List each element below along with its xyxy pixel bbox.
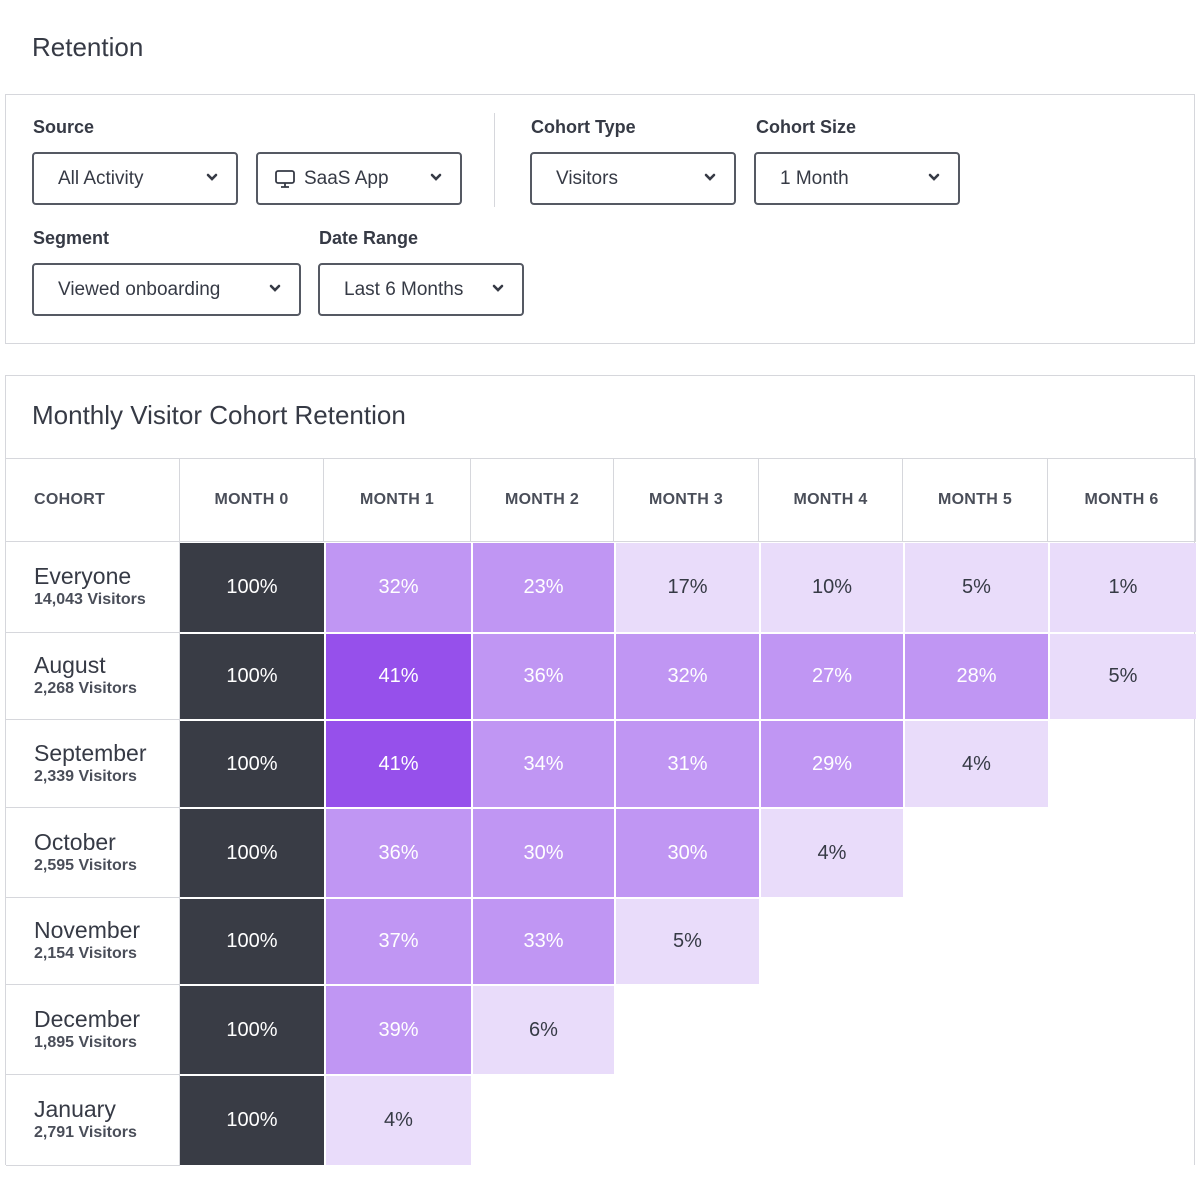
cohort-count: 14,043 Visitors — [34, 591, 146, 608]
column-header-month-0: MONTH 0 — [180, 459, 324, 542]
monitor-icon — [275, 169, 295, 188]
retention-cell: 100% — [180, 809, 324, 897]
cohort-count: 2,595 Visitors — [34, 856, 137, 874]
date-range-label: Date Range — [319, 228, 419, 248]
table-title: Monthly Visitor Cohort Retention — [32, 400, 406, 430]
cohort-type-dropdown[interactable]: Visitors — [530, 152, 736, 205]
retention-cell: 41% — [326, 721, 471, 807]
cohort-name: November — [34, 917, 141, 943]
filter-divider — [494, 113, 495, 207]
retention-cell: 5% — [1050, 634, 1196, 719]
retention-cell: 30% — [473, 809, 614, 897]
retention-cell: 27% — [761, 634, 903, 719]
date-range-dropdown[interactable]: Last 6 Months — [318, 263, 524, 316]
cohort-name: August — [34, 652, 106, 678]
retention-cell: 31% — [616, 721, 759, 807]
retention-cell: 36% — [473, 634, 614, 719]
retention-cell: 36% — [326, 809, 471, 897]
retention-cell: 5% — [616, 899, 759, 984]
cohort-name: September — [34, 739, 147, 766]
retention-cell: 32% — [616, 634, 759, 719]
chevron-down-icon — [269, 284, 281, 292]
retention-cell: 32% — [326, 543, 471, 632]
column-header-month-4: MONTH 4 — [759, 459, 903, 542]
chevron-down-icon — [206, 173, 218, 181]
column-header-month-3: MONTH 3 — [614, 459, 759, 542]
retention-cell: 4% — [905, 721, 1048, 807]
retention-cell: 6% — [473, 986, 614, 1074]
source-label: Source — [33, 117, 95, 137]
cohort-row-label: Everyone 14,043 Visitors — [6, 542, 180, 633]
cohort-name: Everyone — [34, 563, 132, 589]
cohort-row-label: January 2,791 Visitors — [6, 1075, 180, 1166]
retention-cell: 23% — [473, 543, 614, 632]
cohort-size-value: 1 Month — [780, 167, 849, 189]
cohort-count: 2,339 Visitors — [34, 767, 137, 785]
cohort-table-panel: Monthly Visitor Cohort Retention COHORT … — [5, 375, 1196, 1166]
cohort-name: December — [34, 1005, 141, 1032]
column-header-month-5: MONTH 5 — [903, 459, 1048, 542]
retention-cell: 28% — [905, 634, 1048, 719]
retention-cell: 4% — [761, 809, 903, 897]
cohort-type-label: Cohort Type — [531, 117, 636, 137]
cohort-count: 2,154 Visitors — [34, 945, 137, 962]
source-activity-dropdown[interactable]: All Activity — [32, 152, 238, 205]
page-title: Retention — [32, 32, 144, 62]
chevron-down-icon — [704, 173, 716, 181]
chevron-down-icon — [492, 284, 504, 292]
cohort-row-label: September 2,339 Visitors — [6, 720, 180, 808]
cohort-row-label: November 2,154 Visitors — [6, 898, 180, 985]
column-header-month-6: MONTH 6 — [1048, 459, 1196, 542]
cohort-size-label: Cohort Size — [756, 117, 857, 137]
cohort-count: 2,791 Visitors — [34, 1124, 137, 1141]
segment-value: Viewed onboarding — [58, 278, 221, 300]
cohort-row-label: August 2,268 Visitors — [6, 633, 180, 720]
filter-panel: Source All Activity SaaS App Cohort Type… — [5, 94, 1195, 344]
retention-cell: 100% — [180, 634, 324, 719]
retention-cell: 100% — [180, 899, 324, 984]
source-app-value: SaaS App — [304, 167, 389, 189]
retention-cell: 37% — [326, 899, 471, 984]
cohort-row-label: December 1,895 Visitors — [6, 985, 180, 1075]
retention-cell: 100% — [180, 1076, 324, 1165]
cohort-type-value: Visitors — [556, 167, 618, 189]
chevron-down-icon — [430, 173, 442, 181]
retention-cell: 34% — [473, 721, 614, 807]
segment-label: Segment — [33, 228, 110, 248]
cohort-name: January — [34, 1096, 116, 1122]
retention-cell: 33% — [473, 899, 614, 984]
cohort-name: October — [34, 828, 116, 855]
retention-cell: 100% — [180, 721, 324, 807]
cohort-count: 2,268 Visitors — [34, 680, 137, 697]
chevron-down-icon — [928, 173, 940, 181]
cohort-row-label: October 2,595 Visitors — [6, 808, 180, 898]
retention-cell: 17% — [616, 543, 759, 632]
retention-cell: 41% — [326, 634, 471, 719]
column-header-cohort: COHORT — [6, 459, 180, 542]
retention-cell: 10% — [761, 543, 903, 632]
retention-cell: 39% — [326, 986, 471, 1074]
column-header-month-2: MONTH 2 — [471, 459, 614, 542]
retention-cell: 29% — [761, 721, 903, 807]
retention-cell: 100% — [180, 543, 324, 632]
date-range-value: Last 6 Months — [344, 278, 464, 300]
column-header-month-1: MONTH 1 — [324, 459, 471, 542]
cohort-count: 1,895 Visitors — [34, 1033, 137, 1051]
retention-cell: 5% — [905, 543, 1048, 632]
source-activity-value: All Activity — [58, 167, 144, 189]
retention-cell: 1% — [1050, 543, 1196, 632]
retention-cell: 30% — [616, 809, 759, 897]
cohort-size-dropdown[interactable]: 1 Month — [754, 152, 960, 205]
retention-cell: 100% — [180, 986, 324, 1074]
retention-cell: 4% — [326, 1076, 471, 1165]
source-app-dropdown[interactable]: SaaS App — [256, 152, 462, 205]
segment-dropdown[interactable]: Viewed onboarding — [32, 263, 301, 316]
